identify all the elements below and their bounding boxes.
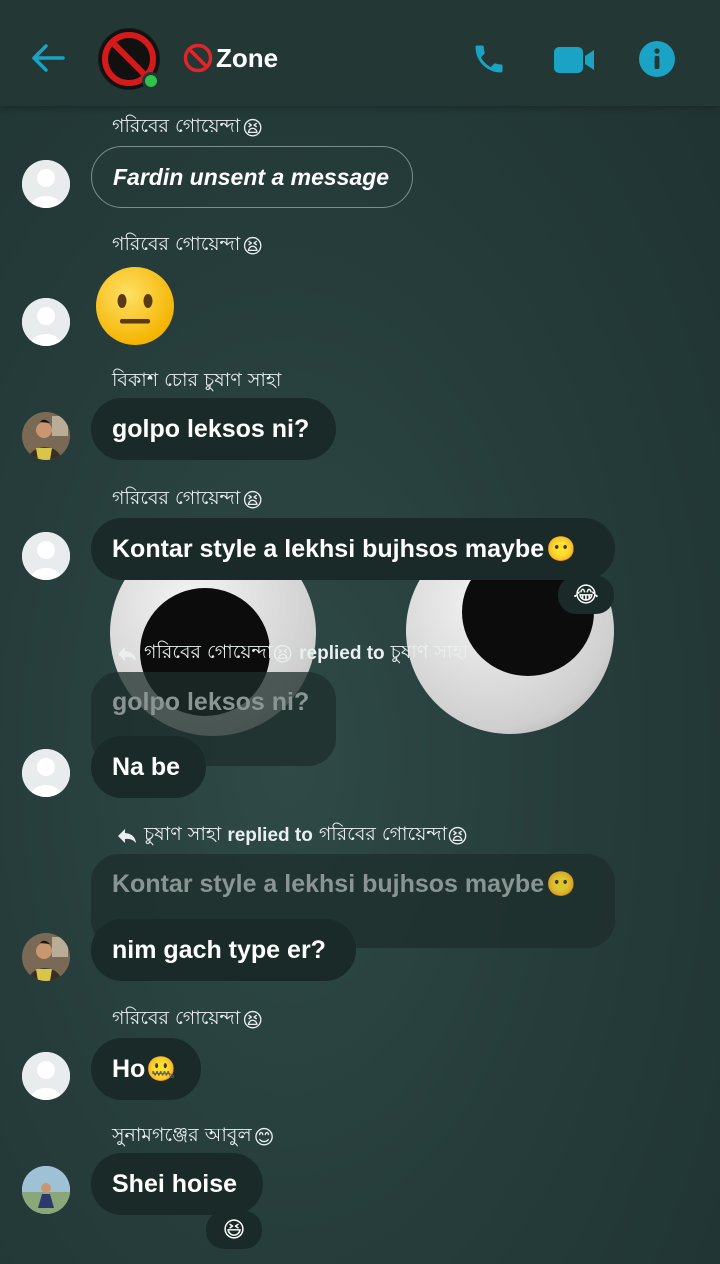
sender-name: গরিবের গোয়েন্দা 😫 (112, 1007, 264, 1032)
avatar-default[interactable] (22, 532, 70, 580)
video-icon[interactable] (550, 40, 598, 80)
phone-icon[interactable] (468, 38, 510, 80)
reply-arrow-icon (118, 647, 136, 661)
info-icon[interactable] (636, 38, 678, 80)
sender-name: গরিবের গোয়েন্দা 😫 (112, 233, 264, 258)
tired-face-emoji-icon: 😫 (242, 234, 264, 258)
online-status-dot (142, 72, 160, 90)
chat-title[interactable]: Zone (182, 42, 278, 74)
sender-name: গরিবের গোয়েন্দা 😫 (112, 115, 264, 140)
avatar-default[interactable] (22, 749, 70, 797)
sender-name: গরিবের গোয়েন্দা 😫 (112, 487, 264, 512)
unsent-message-bubble[interactable]: Fardin unsent a message (91, 146, 413, 208)
message-bubble[interactable]: Kontar style a lekhsi bujhsos maybe 😶 (91, 518, 615, 580)
tired-face-emoji-icon: 😫 (272, 642, 294, 666)
tired-face-emoji-icon: 😫 (447, 824, 468, 848)
zipper-mouth-emoji-icon: 🤐 (146, 1055, 177, 1083)
message-bubble[interactable]: Na be (91, 736, 206, 798)
prohibited-emoji-icon (183, 43, 213, 73)
smiling-face-emoji-icon: 😊 (253, 1125, 275, 1149)
grinning-squinting-emoji-icon: 😆 (222, 1217, 246, 1243)
chat-title-text: Zone (216, 42, 279, 73)
message-bubble[interactable]: Ho 🤐 (91, 1038, 201, 1100)
avatar-default[interactable] (22, 298, 70, 346)
reply-arrow-icon (118, 829, 136, 843)
message-bubble[interactable]: golpo leksos ni? (91, 398, 336, 460)
avatar-photo[interactable] (22, 1166, 70, 1214)
chat-header: Zone (0, 0, 720, 106)
neutral-face-emoji-icon[interactable] (94, 265, 176, 347)
face-without-mouth-emoji-icon: 😶 (546, 535, 576, 563)
tired-face-emoji-icon: 😫 (242, 116, 264, 140)
avatar-photo[interactable] (22, 933, 70, 981)
reply-indicator: চুষাণ সাহা replied to গরিবের গোয়েন্দা 😫 (116, 820, 468, 852)
face-without-mouth-emoji-icon: 😶 (546, 871, 576, 898)
sender-name: বিকাশ চোর চুষাণ সাহা (112, 369, 282, 391)
sender-name: সুনামগঞ্জের আবুল 😊 (112, 1124, 275, 1149)
message-bubble[interactable]: nim gach type er? (91, 919, 356, 981)
tired-face-emoji-icon: 😫 (242, 488, 264, 512)
tears-of-joy-emoji-icon: 😂 (573, 582, 599, 608)
reaction-laughing[interactable]: 😆 (206, 1211, 262, 1249)
avatar-default[interactable] (22, 160, 70, 208)
back-arrow-icon[interactable] (26, 40, 70, 76)
reaction-laughing[interactable]: 😂 (558, 576, 614, 614)
tired-face-emoji-icon: 😫 (242, 1008, 264, 1032)
avatar-default[interactable] (22, 1052, 70, 1100)
avatar-photo[interactable] (22, 412, 70, 460)
message-bubble[interactable]: Shei hoise (91, 1153, 263, 1215)
reply-indicator: গরিবের গোয়েন্দা 😫 replied to চুষাণ সাহা (116, 638, 468, 670)
